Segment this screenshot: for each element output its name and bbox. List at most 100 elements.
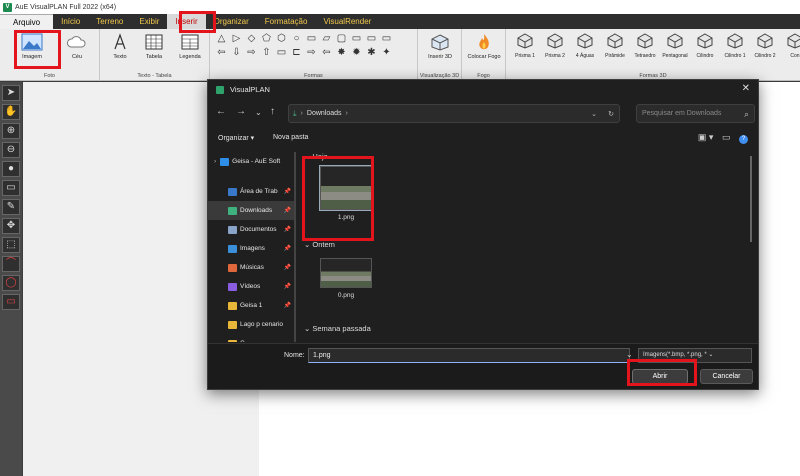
menu-terreno[interactable]: Terreno [88,14,131,29]
sidebar-item-2[interactable]: Downloads 📌 [208,201,294,220]
breadcrumb-downloads[interactable]: Downloads [307,110,342,117]
sidebar-item-1[interactable]: Área de Trab 📌 [208,182,294,201]
shape-item-10[interactable]: ▭ [364,32,379,46]
menu-inicio[interactable]: Início [53,14,88,29]
menu-organizar[interactable]: Organizar [206,14,257,29]
sidebar-item-7[interactable]: Geisa 1 📌 [208,296,294,315]
filename-dropdown-icon[interactable]: ⌄ [626,350,633,359]
shape-item-18[interactable]: ⇨ [304,46,319,60]
shape-item-12[interactable]: ⇦ [214,46,229,60]
shape-item-19[interactable]: ⇦ [319,46,334,60]
select-arrow-tool[interactable]: ➤ [2,85,20,101]
arc-tool[interactable]: ⌒ [2,256,20,272]
shape-item-20[interactable]: ✸ [334,46,349,60]
circle-tool[interactable]: ● [2,161,20,177]
shape-item-7[interactable]: ▱ [319,32,334,46]
shape-item-0[interactable]: △ [214,32,229,46]
shape-item-14[interactable]: ⇨ [244,46,259,60]
shape-item-11[interactable]: ▭ [379,32,394,46]
sidebar-item-3[interactable]: Documentos 📌 [208,220,294,239]
hand-pan-tool[interactable]: ✋ [2,104,20,120]
menu-arquivo[interactable]: Arquivo [0,14,54,29]
rectangle-tool[interactable]: ▭ [2,294,20,310]
solid-button-7[interactable]: Cilindro 1 [720,33,750,59]
sidebar-item-9[interactable]: C... [208,334,294,342]
menu-inserir[interactable]: Inserir [167,14,206,29]
ellipse-tool[interactable]: ◯ [2,275,20,291]
marquee-tool[interactable]: ⬚ [2,237,20,253]
recent-chevron-icon[interactable]: ⌄ [255,108,262,117]
nova-pasta-button[interactable]: Nova pasta [273,134,308,141]
imagem-button[interactable]: Imagem [14,33,50,60]
file-item-0png[interactable]: 0.png [318,258,374,299]
forward-arrow-icon[interactable]: → [236,106,246,117]
solid-button-3[interactable]: Pirâmide [600,33,630,59]
section-hoje[interactable]: ⌄ Hoje [304,152,328,161]
close-icon[interactable]: ✕ [742,83,750,94]
solid-button-1[interactable]: Prisma 2 [540,33,570,59]
shape-item-4[interactable]: ⬡ [274,32,289,46]
file-item-1png[interactable]: 1.png [318,165,374,221]
solid-button-0[interactable]: Prisma 1 [510,33,540,59]
shape-item-8[interactable]: ▢ [334,32,349,46]
shape-item-2[interactable]: ◇ [244,32,259,46]
shape-item-22[interactable]: ✱ [364,46,379,60]
shape-item-17[interactable]: ⊏ [289,46,304,60]
organizar-button[interactable]: Organizar ▾ [218,134,254,142]
shape-item-1[interactable]: ▷ [229,32,244,46]
shape-item-21[interactable]: ✹ [349,46,364,60]
back-arrow-icon[interactable]: ← [216,106,226,117]
colocar-fogo-button[interactable]: Colocar Fogo [464,33,504,60]
ceu-button[interactable]: Céu [62,33,92,60]
dialog-footer: Nome: 1.png ⌄ Imagens(*.bmp, *.png, * ⌄ … [208,343,758,389]
help-icon[interactable]: ? [739,135,748,144]
sidebar-scrollbar[interactable] [294,152,296,342]
abrir-button[interactable]: Abrir [632,369,688,384]
sidebar-item-5[interactable]: Músicas 📌 [208,258,294,277]
texto-button[interactable]: Texto [106,33,134,60]
expand-chevron-icon[interactable]: › [214,158,216,165]
legenda-button[interactable]: Legenda [174,33,206,60]
solid-button-9[interactable]: Con [780,33,800,59]
filename-input[interactable]: 1.png [308,348,630,363]
shape-item-3[interactable]: ⬠ [259,32,274,46]
tabela-button[interactable]: Tabela [140,33,168,60]
shape-item-9[interactable]: ▭ [349,32,364,46]
up-arrow-icon[interactable]: ↑ [270,106,275,117]
view-mode-icon[interactable]: ▣ ▾ [698,132,714,142]
solid-button-4[interactable]: Tetraedro [630,33,660,59]
solid-button-6[interactable]: Cilindro [690,33,720,59]
solid-button-2[interactable]: 4 Águas [570,33,600,59]
monitor-tool[interactable]: ▭ [2,180,20,196]
refresh-icon[interactable]: ↻ [608,110,614,118]
address-bar[interactable]: ⤓ › Downloads › ⌄ ↻ [288,104,620,123]
sidebar-item-6[interactable]: Vídeos 📌 [208,277,294,296]
sidebar-item-8[interactable]: Lago p cenario [208,315,294,334]
solid-button-5[interactable]: Pentagonal [660,33,690,59]
pencil-tool[interactable]: ✎ [2,199,20,215]
file-type-select[interactable]: Imagens(*.bmp, *.png, * ⌄ [638,348,752,363]
solid-button-8[interactable]: Cilindro 2 [750,33,780,59]
inserir-3d-button[interactable]: Inserir 3D [422,33,458,60]
section-semana-passada[interactable]: ⌄ Semana passada [304,324,371,333]
preview-pane-icon[interactable]: ▭ [722,132,731,142]
search-input[interactable]: Pesquisar em Downloads ⌕ [636,104,755,123]
menu-visualrender[interactable]: VisualRender [315,14,379,29]
shape-item-16[interactable]: ▭ [274,46,289,60]
address-dropdown-icon[interactable]: ⌄ [591,110,597,118]
menu-exibir[interactable]: Exibir [131,14,167,29]
move-tool[interactable]: ✥ [2,218,20,234]
cancelar-button[interactable]: Cancelar [700,369,753,384]
shape-item-6[interactable]: ▭ [304,32,319,46]
zoom-in-tool[interactable]: ⊕ [2,123,20,139]
shape-item-23[interactable]: ✦ [379,46,394,60]
file-list-scrollbar[interactable] [750,156,752,242]
menu-formatacao[interactable]: Formatação [257,14,316,29]
section-ontem[interactable]: ⌄ Ontem [304,240,335,249]
zoom-out-tool[interactable]: ⊖ [2,142,20,158]
shape-item-5[interactable]: ○ [289,32,304,46]
shape-item-13[interactable]: ⇩ [229,46,244,60]
shape-item-15[interactable]: ⇧ [259,46,274,60]
sidebar-item-0[interactable]: › Geisa - AuE Soft [208,152,294,171]
sidebar-item-4[interactable]: Imagens 📌 [208,239,294,258]
